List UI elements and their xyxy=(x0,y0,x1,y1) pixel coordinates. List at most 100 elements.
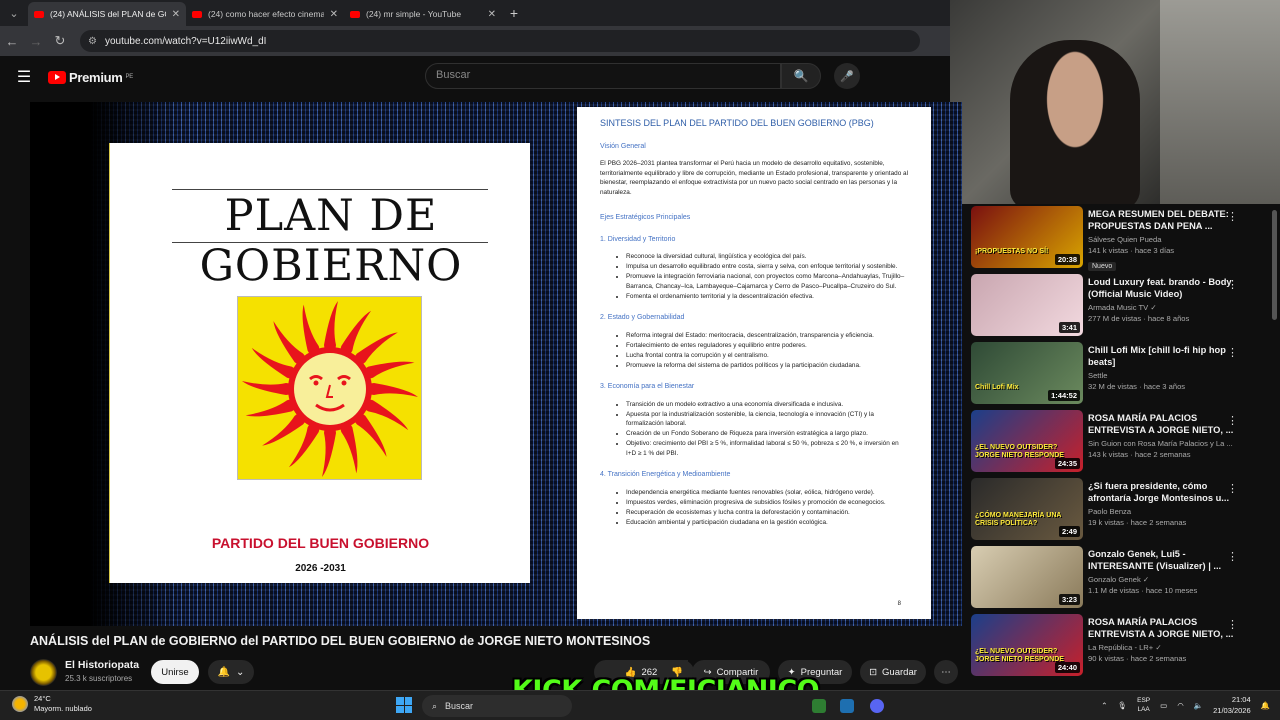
youtube-play-icon xyxy=(48,70,66,84)
related-video-item[interactable]: 3:23 Gonzalo Genek, Lui5 - INTERESANTE (V… xyxy=(968,544,1270,608)
url-input[interactable]: ⚙ youtube.com/watch?v=U12iiwWd_dI xyxy=(80,30,920,52)
close-tab-icon[interactable]: ✕ xyxy=(488,9,496,20)
related-video-meta: 32 M de vistas · hace 3 años xyxy=(1088,382,1186,391)
back-icon[interactable]: ← xyxy=(0,34,24,49)
video-thumbnail[interactable]: ¿CÓMO MANEJARÍA UNA CRISIS POLÍTICA? 2:49 xyxy=(971,478,1083,540)
doc-vision-text: El PBG 2026–2031 plantea transformar el … xyxy=(600,160,908,196)
voice-search-icon[interactable]: 🎤 xyxy=(834,63,860,89)
menu-icon[interactable]: ☰ xyxy=(0,67,48,87)
more-actions-button[interactable]: ⋯ xyxy=(934,660,958,684)
browser-tab[interactable]: (24) ANÁLISIS del PLAN de GOBIERNO del P… xyxy=(28,2,186,26)
doc-bullet-item: Impulsa un desarrollo equilibrado entre … xyxy=(626,262,908,272)
related-video-title[interactable]: Gonzalo Genek, Lui5 - INTERESANTE (Visua… xyxy=(1088,548,1243,572)
related-video-channel[interactable]: Settle xyxy=(1088,371,1243,380)
close-tab-icon[interactable]: ✕ xyxy=(330,9,338,20)
video-thumbnail[interactable]: ¡PROPUESTAS NO SÍ! 20:38 xyxy=(971,206,1083,268)
taskbar: 24°C Mayorm. nublado ⌕ Buscar ⌃ 🎙 ESP LAA ▭… xyxy=(0,690,1280,720)
tab-search-icon[interactable]: ⌄ xyxy=(2,2,26,24)
related-video-channel[interactable]: Sin Guion con Rosa María Palacios y La .… xyxy=(1088,439,1243,448)
volume-icon[interactable]: 🔈 xyxy=(1194,701,1203,710)
related-video-meta: 143 k vistas · hace 2 semanas xyxy=(1088,450,1191,459)
youtube-favicon-icon xyxy=(192,10,202,18)
tray-chevron-icon[interactable]: ⌃ xyxy=(1101,701,1107,710)
tab-title: (24) como hacer efecto cinematografico xyxy=(208,9,324,19)
video-thumbnail[interactable]: ¿EL NUEVO OUTSIDER? JORGE NIETO RESPONDE… xyxy=(971,410,1083,472)
related-video-title[interactable]: ¿Si fuera presidente, cómo afrontaría Jo… xyxy=(1088,480,1243,504)
subscriber-count: 25.3 k suscriptores xyxy=(65,674,133,683)
related-video-channel[interactable]: Sálvese Quien Pueda xyxy=(1088,235,1243,244)
related-video-channel[interactable]: Armada Music TV ✓ xyxy=(1088,303,1243,312)
close-tab-icon[interactable]: ✕ xyxy=(172,9,180,20)
more-options-icon[interactable]: ⋮ xyxy=(1227,550,1238,563)
cover-party-name: PARTIDO DEL BUEN GOBIERNO xyxy=(211,535,430,551)
channel-name[interactable]: El Historiopata xyxy=(65,659,139,671)
language-indicator[interactable]: ESP LAA xyxy=(1137,696,1150,714)
video-thumbnail[interactable]: 3:41 xyxy=(971,274,1083,336)
more-options-icon[interactable]: ⋮ xyxy=(1227,278,1238,291)
related-video-title[interactable]: ROSA MARÍA PALACIOS ENTREVISTA A JORGE N… xyxy=(1088,616,1243,640)
related-video-item[interactable]: ¿CÓMO MANEJARÍA UNA CRISIS POLÍTICA? 2:49… xyxy=(968,476,1270,540)
network-icon[interactable]: ▭ xyxy=(1160,701,1167,710)
sidebar-scrollbar[interactable] xyxy=(1272,210,1277,320)
video-player[interactable]: PLAN DE GOBIERNO PARTIDO DEL BUEN GOBIER… xyxy=(30,102,962,626)
related-video-item[interactable]: ¿EL NUEVO OUTSIDER? JORGE NIETO RESPONDE… xyxy=(968,612,1270,676)
wifi-icon[interactable]: ◠ xyxy=(1177,701,1184,710)
weather-widget[interactable]: 24°C Mayorm. nublado xyxy=(12,694,92,714)
youtube-favicon-icon xyxy=(34,10,44,18)
related-video-item[interactable]: Chill Lofi Mix 1:44:52 Chill Lofi Mix [chi… xyxy=(968,340,1270,404)
clock[interactable]: 21:04 21/03/2026 xyxy=(1213,694,1251,716)
related-video-item[interactable]: ¿EL NUEVO OUTSIDER? JORGE NIETO RESPONDE… xyxy=(968,408,1270,472)
doc-bullet-item: Lucha frontal contra la corrupción y el … xyxy=(626,351,908,361)
taskbar-search[interactable]: ⌕ Buscar xyxy=(422,695,572,717)
related-video-item[interactable]: ¡PROPUESTAS NO SÍ! 20:38 MEGA RESUMEN DEL … xyxy=(968,204,1270,271)
related-video-channel[interactable]: La República - LR+ ✓ xyxy=(1088,643,1243,652)
related-video-title[interactable]: MEGA RESUMEN DEL DEBATE: PROPUESTAS DAN … xyxy=(1088,208,1243,232)
related-video-item[interactable]: 3:41 Loud Luxury feat. brando - Body (Off… xyxy=(968,272,1270,336)
youtube-logo[interactable]: Premium PE xyxy=(48,70,133,85)
more-options-icon[interactable]: ⋮ xyxy=(1227,482,1238,495)
video-duration: 20:38 xyxy=(1054,254,1080,265)
doc-section-list: Reconoce la diversidad cultural, lingüís… xyxy=(626,252,908,301)
doc-section-title: 1. Diversidad y Territorio xyxy=(600,235,676,243)
related-video-channel[interactable]: Paolo Benza xyxy=(1088,507,1243,516)
taskbar-search-label: Buscar xyxy=(445,701,474,711)
related-video-title[interactable]: Chill Lofi Mix [chill lo-fi hip hop beat… xyxy=(1088,344,1243,368)
video-thumbnail[interactable]: ¿EL NUEVO OUTSIDER? JORGE NIETO RESPONDE… xyxy=(971,614,1083,676)
related-video-channel[interactable]: Gonzalo Genek ✓ xyxy=(1088,575,1243,584)
join-button[interactable]: Unirse xyxy=(151,660,199,684)
doc-bullet-item: Recuperación de ecosistemas y lucha cont… xyxy=(626,508,908,518)
windows-start-icon[interactable] xyxy=(396,697,412,713)
browser-tab[interactable]: (24) como hacer efecto cinematografico ✕ xyxy=(186,2,344,26)
doc-bullet-item: Independencia energética mediante fuente… xyxy=(626,488,908,498)
discord-icon[interactable] xyxy=(870,699,884,713)
related-video-title[interactable]: Loud Luxury feat. brando - Body (Officia… xyxy=(1088,276,1243,300)
channel-row: El Historiopata 25.3 k suscriptores Unir… xyxy=(30,657,960,687)
save-button[interactable]: ⊡ Guardar xyxy=(860,660,926,684)
video-duration: 3:41 xyxy=(1058,322,1080,333)
more-options-icon[interactable]: ⋮ xyxy=(1227,210,1238,223)
new-tab-button[interactable]: + xyxy=(502,2,526,26)
more-options-icon[interactable]: ⋮ xyxy=(1227,346,1238,359)
search-button[interactable]: 🔍 xyxy=(781,63,821,89)
related-videos: ¡PROPUESTAS NO SÍ! 20:38 MEGA RESUMEN DEL … xyxy=(968,204,1270,686)
channel-avatar[interactable] xyxy=(30,659,57,686)
mic-icon[interactable]: 🎙 xyxy=(1118,701,1128,710)
app-icon[interactable] xyxy=(812,699,826,713)
browser-tab[interactable]: (24) mr simple - YouTube ✕ xyxy=(344,2,502,26)
notification-icon[interactable]: 🔔 xyxy=(1261,701,1270,710)
notification-button[interactable]: 🔔 ⌄ xyxy=(208,660,254,684)
more-options-icon[interactable]: ⋮ xyxy=(1227,414,1238,427)
site-info-icon[interactable]: ⚙ xyxy=(88,36,97,47)
search-input[interactable]: Buscar xyxy=(425,63,781,89)
steam-icon[interactable] xyxy=(840,699,854,713)
search-icon: 🔍 xyxy=(793,69,809,83)
doc-bullet-item: Promueve la integración ferroviaria naci… xyxy=(626,272,908,291)
video-thumbnail[interactable]: 3:23 xyxy=(971,546,1083,608)
reload-icon[interactable]: ↻ xyxy=(48,33,72,49)
more-options-icon[interactable]: ⋮ xyxy=(1227,618,1238,631)
forward-icon[interactable]: → xyxy=(24,34,48,49)
video-thumbnail[interactable]: Chill Lofi Mix 1:44:52 xyxy=(971,342,1083,404)
save-label: Guardar xyxy=(882,666,917,678)
webcam-overlay xyxy=(950,0,1280,204)
related-video-title[interactable]: ROSA MARÍA PALACIOS ENTREVISTA A JORGE N… xyxy=(1088,412,1243,436)
